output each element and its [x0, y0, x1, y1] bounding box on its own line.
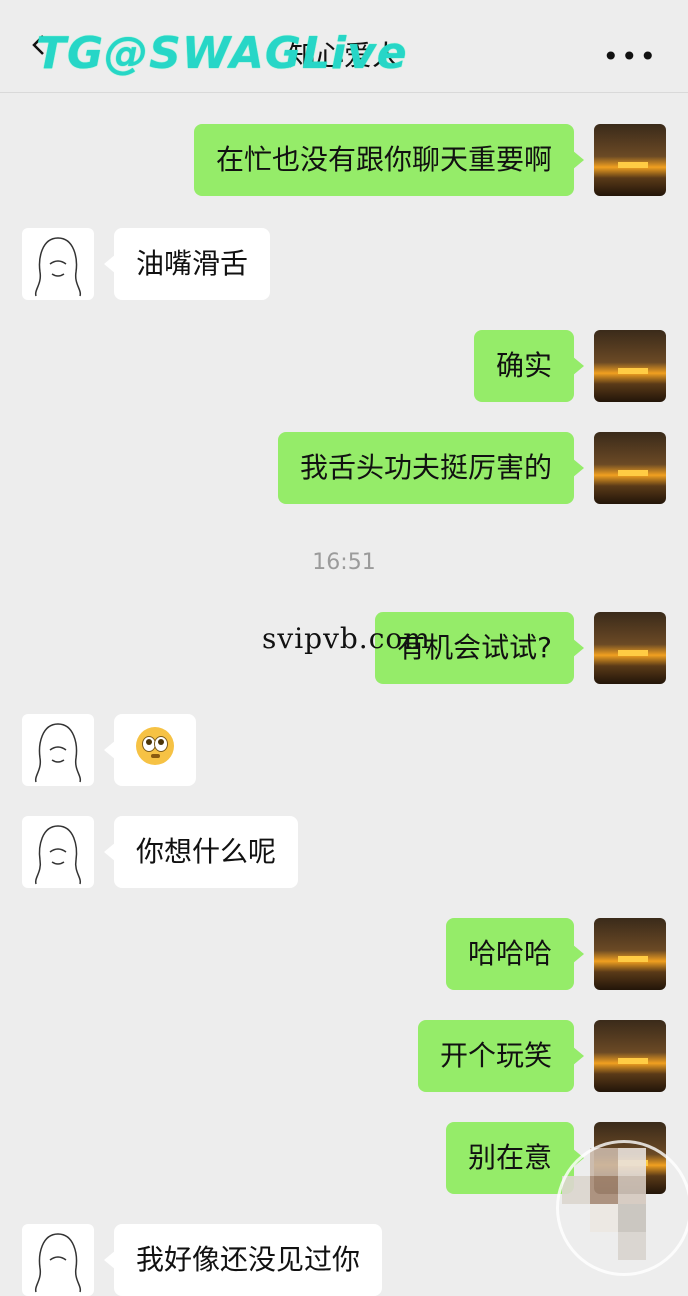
timestamp: 16:51 [312, 550, 376, 575]
contact-avatar[interactable] [22, 816, 94, 888]
message-bubble[interactable]: 确实 [473, 330, 585, 402]
message-bubble[interactable]: 我舌头功夫挺厉害的 [277, 432, 585, 504]
my-avatar[interactable] [594, 612, 666, 684]
chat-header: 知心爱人 ••• TG@SWAGLive [0, 0, 688, 93]
flushed-face-icon [136, 727, 174, 765]
my-avatar[interactable] [594, 918, 666, 990]
contact-avatar[interactable] [22, 714, 94, 786]
more-options-icon[interactable]: ••• [602, 40, 658, 73]
decorative-circle [556, 1140, 688, 1276]
contact-avatar[interactable] [22, 1224, 94, 1296]
message-bubble[interactable]: 哈哈哈 [445, 918, 585, 990]
message-bubble[interactable]: 开个玩笑 [417, 1020, 585, 1092]
my-avatar[interactable] [594, 1020, 666, 1092]
my-avatar[interactable] [594, 330, 666, 402]
contact-avatar[interactable] [22, 228, 94, 300]
my-avatar[interactable] [594, 432, 666, 504]
message-bubble[interactable]: 我好像还没见过你 [103, 1224, 383, 1296]
message-bubble[interactable]: 别在意 [445, 1122, 585, 1194]
overlay-watermark: svipvb.com [262, 622, 431, 655]
my-avatar[interactable] [594, 124, 666, 196]
watermark-logo: TG@SWAGLive [36, 28, 408, 79]
message-bubble[interactable] [104, 714, 196, 786]
message-bubble[interactable]: 你想什么呢 [103, 816, 299, 888]
message-bubble[interactable]: 在忙也没有跟你聊天重要啊 [193, 124, 585, 196]
message-bubble[interactable]: 油嘴滑舌 [103, 228, 271, 300]
